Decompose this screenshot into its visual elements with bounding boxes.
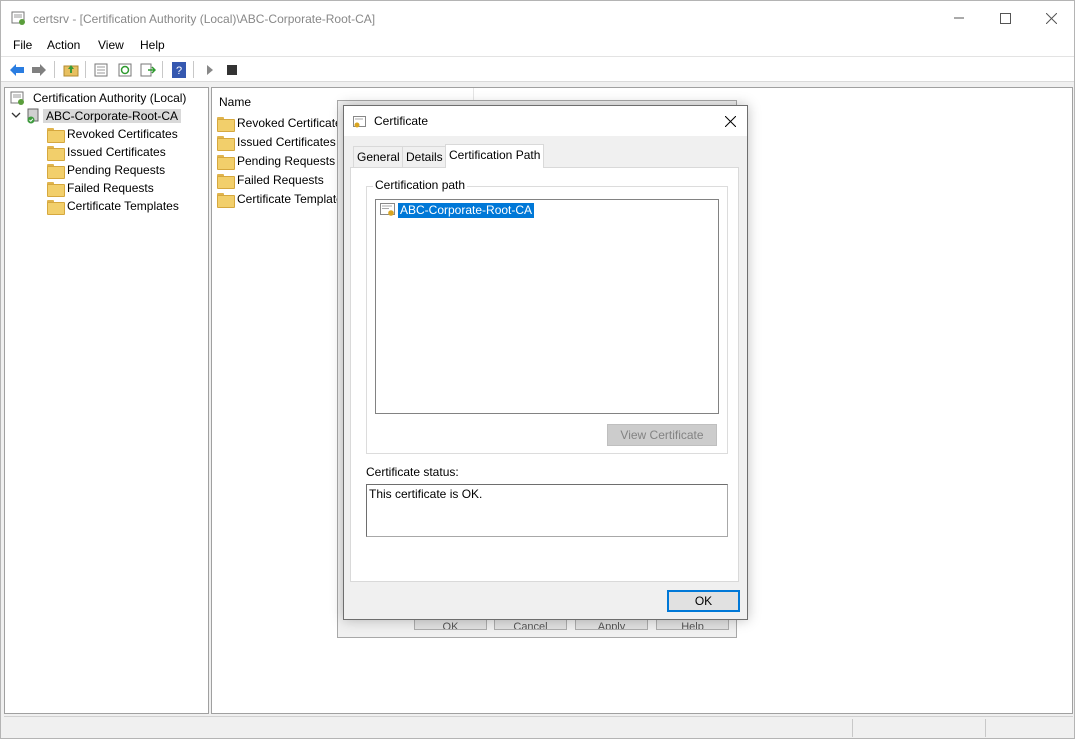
- refresh-icon[interactable]: [116, 61, 134, 79]
- tree-folder-issued[interactable]: Issued Certificates: [47, 143, 166, 161]
- folder-icon: [217, 173, 235, 189]
- export-list-icon[interactable]: [139, 61, 157, 79]
- tab-certification-path[interactable]: Certification Path: [445, 144, 545, 168]
- path-item-root-ca[interactable]: ABC-Corporate-Root-CA: [380, 202, 535, 218]
- toolbar-separator: [193, 61, 194, 78]
- toolbar-separator: [162, 61, 163, 78]
- list-item-label: Revoked Certificates: [237, 116, 348, 130]
- status-divider: [985, 719, 986, 737]
- list-item-label: Certificate Templates: [237, 192, 349, 206]
- toolbar-separator: [85, 61, 86, 78]
- certification-path-group: ABC-Corporate-Root-CA View Certificate: [366, 186, 728, 454]
- tree-root-label: Certification Authority (Local): [33, 91, 187, 105]
- folder-icon: [47, 127, 65, 143]
- forward-arrow-icon[interactable]: [30, 61, 48, 79]
- toolbar: ?: [1, 57, 1074, 82]
- tree-folder-label: Pending Requests: [67, 163, 166, 177]
- dialog-title: Certificate: [374, 114, 429, 128]
- tree-folder-revoked[interactable]: Revoked Certificates: [47, 125, 178, 143]
- view-certificate-button[interactable]: View Certificate: [607, 424, 717, 446]
- dialog-title-bar: Certificate: [344, 106, 747, 136]
- help-icon[interactable]: ?: [170, 61, 188, 79]
- tree-folder-label: Revoked Certificates: [67, 127, 178, 141]
- status-bar: [4, 716, 1073, 738]
- folder-icon: [217, 135, 235, 151]
- close-button[interactable]: [1028, 1, 1074, 35]
- folder-icon: [217, 192, 235, 208]
- tree-folder-label: Certificate Templates: [67, 199, 179, 213]
- tree-ca-node[interactable]: ABC-Corporate-Root-CA: [11, 107, 182, 125]
- tree-folder-pending[interactable]: Pending Requests: [47, 161, 165, 179]
- tree-root[interactable]: Certification Authority (Local): [10, 89, 189, 107]
- tree-folder-failed[interactable]: Failed Requests: [47, 179, 154, 197]
- path-item-label: ABC-Corporate-Root-CA: [398, 202, 535, 218]
- certification-path-tree[interactable]: ABC-Corporate-Root-CA: [375, 199, 719, 414]
- start-service-icon[interactable]: [201, 61, 219, 79]
- certsrv-app-icon: [11, 10, 27, 26]
- folder-icon: [47, 199, 65, 215]
- list-item[interactable]: Certificate Templates: [217, 190, 349, 208]
- certification-path-panel: ABC-Corporate-Root-CA View Certificate C…: [350, 167, 739, 582]
- list-item[interactable]: Pending Requests: [217, 152, 335, 170]
- menu-file[interactable]: File: [13, 38, 32, 52]
- list-item-label: Issued Certificates: [237, 135, 336, 149]
- list-item-label: Failed Requests: [237, 173, 324, 187]
- tab-details[interactable]: Details: [402, 146, 447, 167]
- title-bar: certsrv - [Certification Authority (Loca…: [1, 1, 1074, 35]
- menu-action[interactable]: Action: [47, 38, 80, 52]
- certificate-dialog: Certificate General Details Certificatio…: [343, 105, 748, 620]
- folder-icon: [47, 181, 65, 197]
- maximize-button[interactable]: [982, 1, 1028, 35]
- tree-ca-label: ABC-Corporate-Root-CA: [43, 109, 182, 123]
- toolbar-separator: [54, 61, 55, 78]
- window-title: certsrv - [Certification Authority (Loca…: [33, 12, 376, 26]
- certificate-icon: [380, 202, 398, 218]
- menu-help[interactable]: Help: [140, 38, 165, 52]
- certificate-icon: [353, 115, 367, 129]
- minimize-button[interactable]: [936, 1, 982, 35]
- properties-icon[interactable]: [92, 61, 110, 79]
- menu-bar: File Action View Help: [1, 35, 1074, 57]
- certificate-status-label: Certificate status:: [366, 465, 459, 479]
- chevron-down-icon[interactable]: [11, 109, 23, 123]
- list-item[interactable]: Issued Certificates: [217, 133, 336, 151]
- list-item-label: Pending Requests: [237, 154, 336, 168]
- certification-authority-icon: [10, 90, 26, 106]
- certificate-status-box[interactable]: This certificate is OK.: [366, 484, 728, 537]
- folder-icon: [217, 116, 235, 132]
- stop-service-icon[interactable]: [223, 61, 241, 79]
- folder-icon: [47, 163, 65, 179]
- tree-folder-label: Failed Requests: [67, 181, 154, 195]
- up-folder-icon[interactable]: [62, 61, 80, 79]
- list-item[interactable]: Failed Requests: [217, 171, 324, 189]
- tab-general[interactable]: General: [353, 146, 404, 167]
- status-divider: [852, 719, 853, 737]
- tree-folder-label: Issued Certificates: [67, 145, 166, 159]
- folder-icon: [47, 145, 65, 161]
- back-arrow-icon[interactable]: [8, 61, 26, 79]
- certification-path-label: Certification path: [373, 178, 468, 192]
- svg-text:?: ?: [176, 65, 182, 77]
- ok-button[interactable]: OK: [667, 590, 740, 612]
- menu-view[interactable]: View: [98, 38, 124, 52]
- list-item[interactable]: Revoked Certificates: [217, 114, 348, 132]
- dialog-close-button[interactable]: [719, 110, 741, 132]
- tree-folder-templates[interactable]: Certificate Templates: [47, 197, 179, 215]
- console-tree: Certification Authority (Local) ABC-Corp…: [4, 87, 209, 714]
- ca-server-icon: [25, 108, 41, 124]
- folder-icon: [217, 154, 235, 170]
